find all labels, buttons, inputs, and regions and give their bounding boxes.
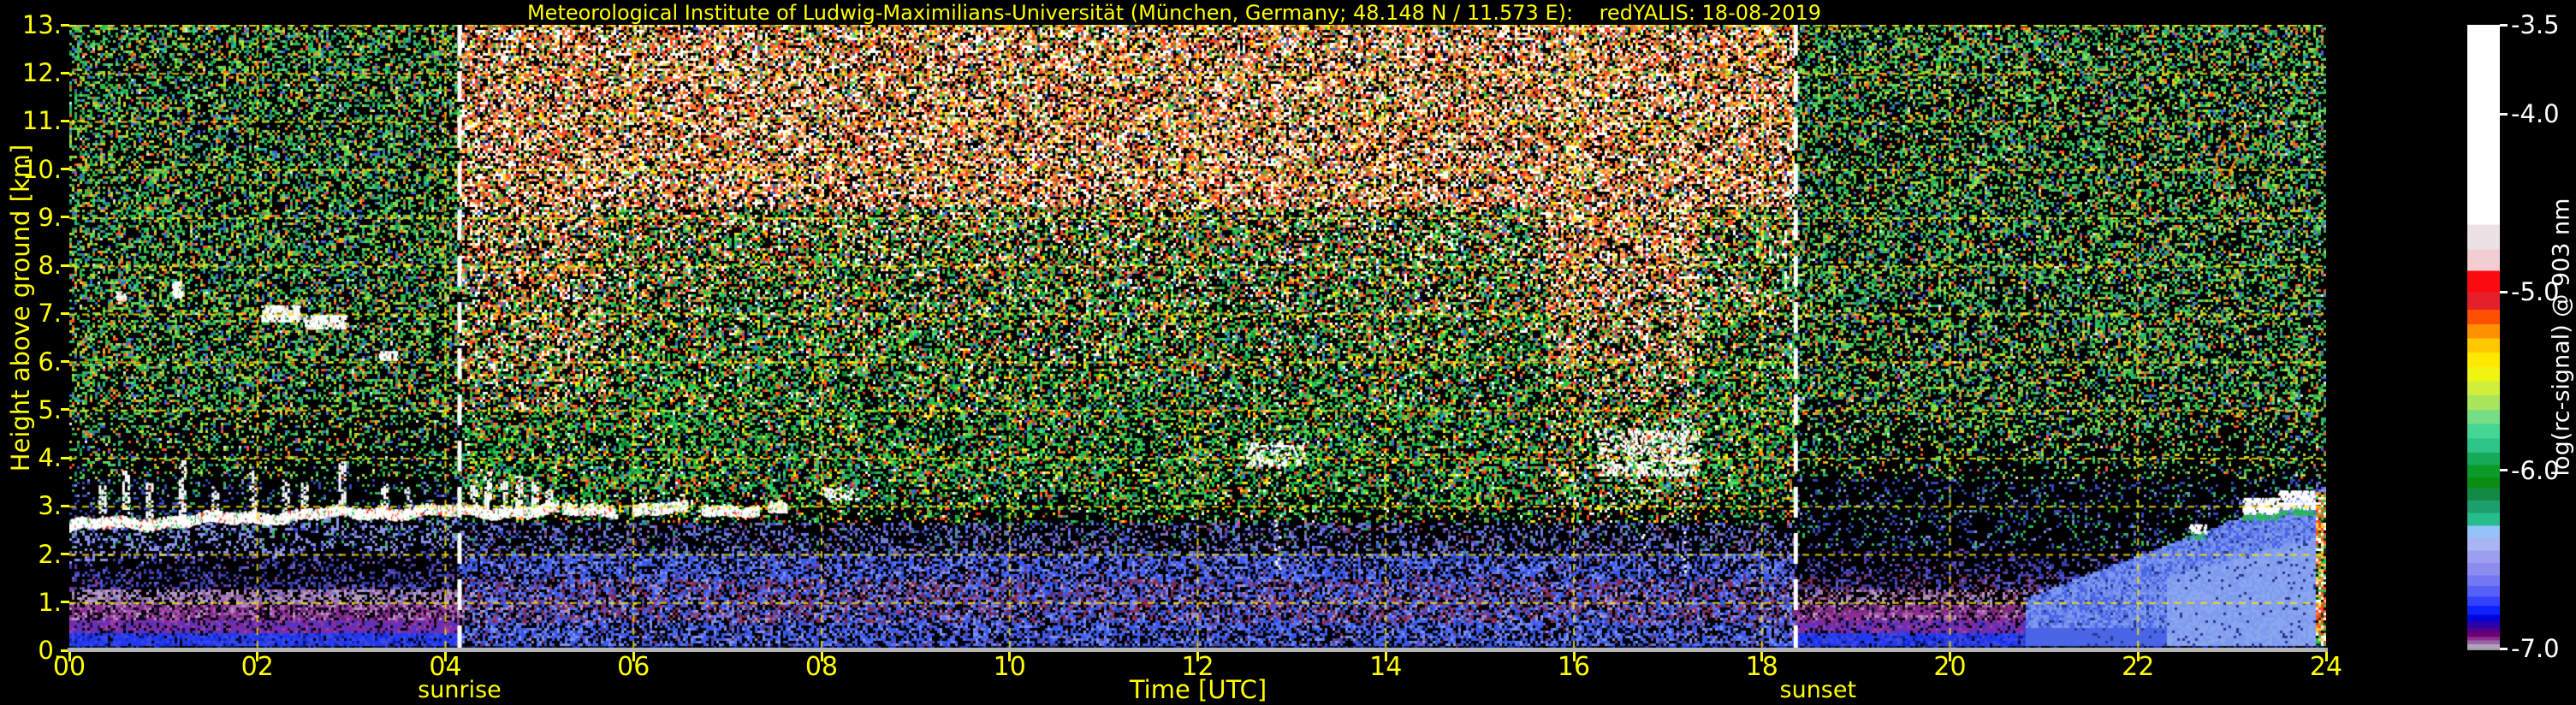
x-tick-label: 10 [993, 652, 1026, 682]
y-tick [61, 216, 69, 219]
y-tick-label: 7. [38, 299, 62, 329]
y-tick-label: 6. [38, 347, 62, 376]
y-tick-label: 4. [38, 443, 62, 473]
x-axis-line [68, 648, 2328, 652]
y-tick [61, 311, 69, 315]
y-tick-label: 3. [38, 491, 62, 521]
y-tick [61, 456, 69, 459]
y-tick-label: 9. [38, 202, 62, 232]
y-tick [61, 360, 69, 364]
x-tick-label: 06 [617, 652, 650, 682]
colorbar-label: log(rc-signal) @ 903 nm [2548, 198, 2575, 477]
colorbar-tick [2500, 469, 2508, 472]
colorbar-tick-label: -4.0 [2511, 99, 2560, 129]
y-tick [61, 119, 69, 122]
y-tick-label: 11. [21, 106, 62, 136]
sunset-label: sunset [1779, 677, 1857, 703]
x-tick-label: 14 [1369, 652, 1403, 682]
colorbar-tick-label: -3.5 [2511, 10, 2560, 39]
x-axis-label: Time [UTC] [1129, 675, 1267, 704]
x-tick-label: 16 [1557, 652, 1591, 682]
y-tick-label: 5. [38, 394, 62, 424]
colorbar-tick [2500, 112, 2508, 116]
x-tick-label: 02 [240, 652, 274, 682]
y-tick [61, 408, 69, 412]
sunrise-label: sunrise [418, 677, 502, 703]
y-tick-label: 2. [38, 539, 62, 569]
y-tick [61, 71, 69, 74]
colorbar-tick [2500, 647, 2508, 650]
y-tick-label: 1. [38, 587, 62, 617]
colorbar-tick-label: -7.0 [2511, 634, 2560, 663]
x-tick-label: 24 [2309, 652, 2343, 682]
y-tick [61, 23, 69, 27]
y-tick [61, 168, 69, 171]
y-tick-label: 8. [38, 251, 62, 281]
y-tick-label: 10. [21, 154, 62, 184]
heatmap-plot-area [69, 25, 2326, 650]
plot-title: Meteorological Institute of Ludwig-Maxim… [526, 1, 1822, 25]
y-tick-label: 12. [21, 58, 62, 88]
colorbar-tick [2500, 290, 2508, 293]
colorbar [2467, 25, 2500, 650]
y-tick-label: 13. [21, 10, 62, 39]
y-tick [61, 504, 69, 507]
lidar-quicklook-figure: Meteorological Institute of Ludwig-Maxim… [0, 0, 2576, 705]
colorbar-tick [2500, 23, 2508, 27]
y-tick [61, 264, 69, 267]
x-tick-label: 00 [52, 652, 86, 682]
x-tick-label: 20 [1933, 652, 1967, 682]
y-tick [61, 601, 69, 604]
y-tick [61, 553, 69, 556]
x-tick-label: 22 [2122, 652, 2155, 682]
x-tick-label: 08 [804, 652, 839, 682]
